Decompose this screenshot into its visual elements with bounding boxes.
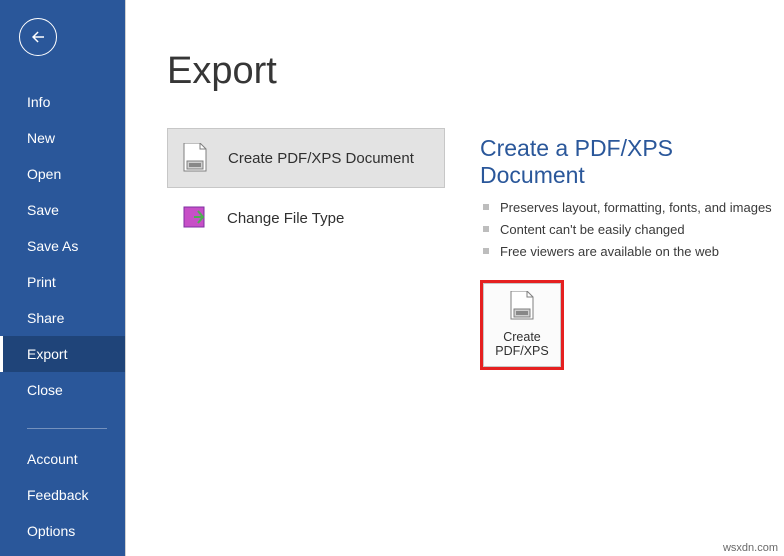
pdf-document-icon [180, 142, 210, 174]
sidebar-divider [27, 428, 107, 429]
change-file-type-icon [179, 202, 209, 234]
detail-bullet: Preserves layout, formatting, fonts, and… [480, 197, 774, 219]
detail-bullet: Content can't be easily changed [480, 219, 774, 241]
page-title: Export [167, 50, 445, 93]
sidebar-item-save-as[interactable]: Save As [0, 228, 125, 264]
main-content: Export Create PDF/XPS Document [125, 0, 784, 556]
backstage-sidebar: Info New Open Save Save As Print Share E… [0, 0, 125, 556]
sidebar-item-save[interactable]: Save [0, 192, 125, 228]
sidebar-menu-bottom: Account Feedback Options [0, 441, 125, 549]
sidebar-item-export[interactable]: Export [0, 336, 125, 372]
arrow-left-icon [29, 28, 47, 46]
content-divider [125, 0, 126, 556]
sidebar-item-share[interactable]: Share [0, 300, 125, 336]
sidebar-item-feedback[interactable]: Feedback [0, 477, 125, 513]
create-button-label: CreatePDF/XPS [495, 330, 549, 359]
sidebar-item-open[interactable]: Open [0, 156, 125, 192]
export-options-panel: Export Create PDF/XPS Document [125, 0, 445, 556]
option-create-pdf-xps[interactable]: Create PDF/XPS Document [167, 128, 445, 188]
option-change-file-type[interactable]: Change File Type [167, 188, 445, 248]
sidebar-item-info[interactable]: Info [0, 84, 125, 120]
export-option-list: Create PDF/XPS Document Change File Type [167, 128, 445, 248]
sidebar-item-account[interactable]: Account [0, 441, 125, 477]
sidebar-item-close[interactable]: Close [0, 372, 125, 408]
sidebar-item-new[interactable]: New [0, 120, 125, 156]
watermark: wsxdn.com [723, 542, 778, 554]
detail-bullet-list: Preserves layout, formatting, fonts, and… [480, 197, 774, 264]
create-pdf-xps-button[interactable]: CreatePDF/XPS [480, 280, 564, 370]
option-label: Create PDF/XPS Document [228, 150, 414, 167]
detail-title: Create a PDF/XPS Document [480, 135, 774, 189]
detail-bullet: Free viewers are available on the web [480, 241, 774, 263]
export-detail-panel: Create a PDF/XPS Document Preserves layo… [445, 0, 784, 556]
back-button[interactable] [19, 18, 57, 56]
sidebar-menu-top: Info New Open Save Save As Print Share E… [0, 84, 125, 408]
sidebar-item-print[interactable]: Print [0, 264, 125, 300]
pdf-document-icon [509, 291, 535, 324]
option-label: Change File Type [227, 210, 344, 227]
sidebar-item-options[interactable]: Options [0, 513, 125, 549]
